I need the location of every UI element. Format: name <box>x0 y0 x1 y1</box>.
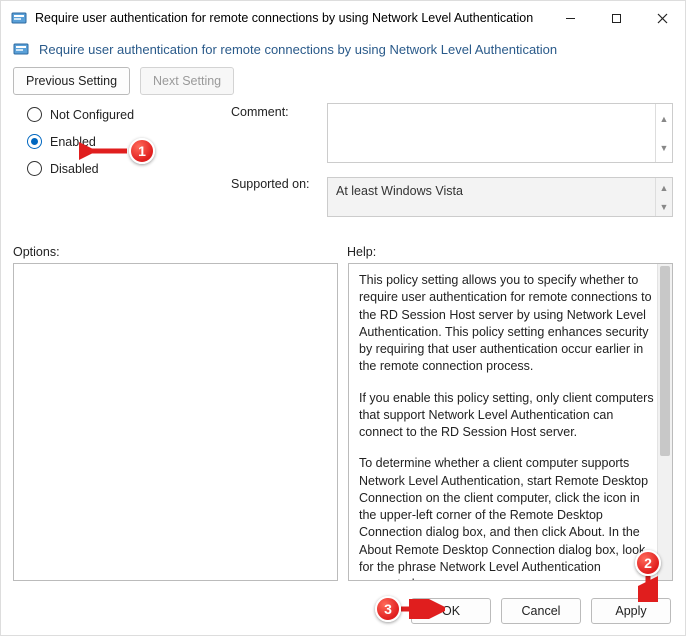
options-pane[interactable] <box>13 263 338 581</box>
help-text: This policy setting allows you to specif… <box>349 264 672 581</box>
radio-icon <box>27 161 42 176</box>
help-para: This policy setting allows you to specif… <box>359 272 654 376</box>
policy-subtitle-row: Require user authentication for remote c… <box>1 35 685 67</box>
comment-scroll[interactable]: ▲ ▼ <box>655 104 672 162</box>
help-para: To determine whether a client computer s… <box>359 455 654 581</box>
radio-icon <box>27 134 42 149</box>
radio-label: Not Configured <box>50 108 134 122</box>
radio-disabled[interactable]: Disabled <box>27 161 209 176</box>
annotation-badge-3: 3 <box>375 596 401 622</box>
next-setting-button: Next Setting <box>140 67 234 95</box>
radio-label: Disabled <box>50 162 99 176</box>
scroll-up-icon[interactable]: ▲ <box>656 178 672 197</box>
apply-button[interactable]: Apply <box>591 598 671 624</box>
help-para: If you enable this policy setting, only … <box>359 390 654 442</box>
radio-icon <box>27 107 42 122</box>
title-bar: Require user authentication for remote c… <box>1 1 685 35</box>
annotation-arrow-3 <box>399 599 445 619</box>
help-label: Help: <box>347 245 376 259</box>
annotation-badge-2: 2 <box>635 550 661 576</box>
minimize-button[interactable] <box>547 2 593 34</box>
annotation-badge-1: 1 <box>129 138 155 164</box>
supported-on-box: At least Windows Vista ▲ ▼ <box>327 177 673 217</box>
help-scrollbar[interactable] <box>657 264 672 580</box>
previous-setting-button[interactable]: Previous Setting <box>13 67 130 95</box>
annotation-arrow-2 <box>638 572 658 602</box>
pane-headers: Options: Help: <box>1 235 685 263</box>
cancel-button[interactable]: Cancel <box>501 598 581 624</box>
comment-textarea[interactable]: ▲ ▼ <box>327 103 673 163</box>
comment-label: Comment: <box>231 103 317 119</box>
scroll-down-icon[interactable]: ▼ <box>656 197 672 216</box>
policy-subtitle: Require user authentication for remote c… <box>39 42 557 57</box>
help-pane: This policy setting allows you to specif… <box>348 263 673 581</box>
options-label: Options: <box>13 245 60 259</box>
annotation-arrow-1 <box>79 141 131 161</box>
window-controls <box>547 2 685 34</box>
radio-not-configured[interactable]: Not Configured <box>27 107 209 122</box>
dialog-footer: OK Cancel Apply <box>1 587 685 635</box>
scroll-up-icon[interactable]: ▲ <box>656 104 672 133</box>
scroll-down-icon[interactable]: ▼ <box>656 133 672 162</box>
maximize-button[interactable] <box>593 2 639 34</box>
supported-on-value: At least Windows Vista <box>336 184 463 198</box>
panes: This policy setting allows you to specif… <box>1 263 685 587</box>
policy-icon <box>11 10 27 26</box>
scrollbar-thumb[interactable] <box>660 266 670 456</box>
supported-on-label: Supported on: <box>231 177 317 191</box>
supported-scroll[interactable]: ▲ ▼ <box>655 178 672 216</box>
close-button[interactable] <box>639 2 685 34</box>
policy-icon <box>13 41 29 57</box>
policy-dialog: Require user authentication for remote c… <box>0 0 686 636</box>
setting-nav: Previous Setting Next Setting <box>1 67 685 103</box>
window-title: Require user authentication for remote c… <box>35 11 547 25</box>
